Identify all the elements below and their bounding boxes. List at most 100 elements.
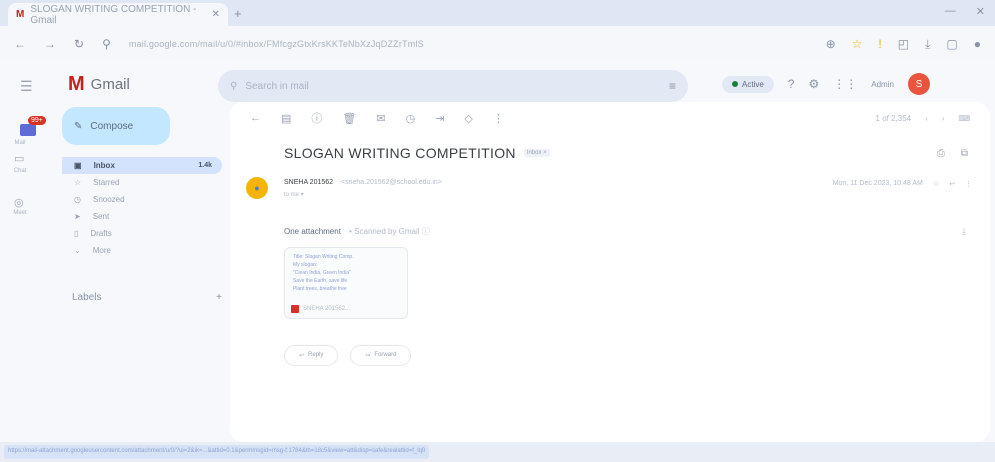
- message-more-icon[interactable]: ⋮: [965, 180, 972, 188]
- send-icon: ➤: [74, 212, 81, 221]
- mark-unread-icon[interactable]: ✉: [376, 112, 385, 125]
- left-rail: ☰ 99+ Mail ▭ Chat ◎ Meet: [0, 62, 56, 442]
- close-tab-icon[interactable]: ✕: [212, 9, 220, 20]
- search-icon[interactable]: ⚲: [230, 81, 237, 92]
- sidebar-item-snoozed[interactable]: ◷ Snoozed: [62, 191, 222, 208]
- back-icon[interactable]: ←: [14, 37, 26, 51]
- pagination: 1 of 2,354 ‹ › ⌨: [876, 114, 970, 123]
- open-new-window-icon[interactable]: ⧉: [961, 148, 968, 159]
- minimize-icon[interactable]: —: [945, 5, 956, 18]
- add-to-drive-icon[interactable]: ⤓: [962, 226, 966, 237]
- gmail-logo-text: Gmail: [90, 75, 130, 93]
- subject-text: SLOGAN WRITING COMPETITION: [284, 145, 516, 161]
- gmail-icon: M: [16, 9, 25, 20]
- message-toolbar: ← ▤ ⓘ 🗑 ✉ ◷ ⇥ ◇ ⋮ 1 of 2,354 ‹ › ⌨: [230, 102, 990, 134]
- zoom-icon[interactable]: ⊕: [826, 37, 836, 51]
- recipient-details[interactable]: to me ▾: [284, 191, 304, 198]
- rail-mail[interactable]: 99+: [14, 116, 46, 138]
- chat-icon[interactable]: ▭: [14, 152, 24, 165]
- extensions-puzzle-icon[interactable]: ◰: [898, 37, 909, 51]
- bookmark-star-icon[interactable]: ☆: [852, 37, 863, 51]
- new-tab-button[interactable]: +: [234, 6, 242, 21]
- sidebar-item-label: More: [92, 246, 111, 255]
- main-menu-icon[interactable]: ☰: [20, 78, 33, 95]
- search-input[interactable]: Search in mail: [245, 81, 308, 92]
- reload-icon[interactable]: ↻: [74, 37, 84, 51]
- forward-icon[interactable]: →: [44, 37, 56, 51]
- pdf-icon: [291, 305, 299, 313]
- attachment-filename-row: SNEHA 201562...: [291, 305, 350, 313]
- keyboard-icon[interactable]: ⌨: [958, 114, 970, 123]
- add-label-icon[interactable]: +: [216, 292, 222, 303]
- forward-label: Forward: [374, 352, 397, 358]
- sender-avatar[interactable]: ●: [246, 177, 268, 199]
- compose-label: Compose: [90, 120, 134, 132]
- archive-icon[interactable]: ▤: [281, 112, 291, 125]
- labels-section: Labels +: [72, 292, 222, 303]
- thumb-line: Plant trees, breathe free: [293, 286, 347, 292]
- rail-chat-label: Chat: [13, 168, 27, 174]
- draft-icon: ▯: [74, 229, 79, 238]
- site-info-icon[interactable]: ⚲: [102, 37, 111, 51]
- reply-button[interactable]: ↩ Reply: [284, 345, 339, 366]
- status-bar: https://mail-attachment.googleuserconten…: [0, 442, 995, 462]
- labels-heading: Labels: [72, 292, 102, 303]
- sidebar-item-starred[interactable]: ☆ Starred: [62, 174, 222, 191]
- reply-icon[interactable]: ↩: [949, 180, 955, 188]
- forward-button[interactable]: ↪ Forward: [350, 345, 412, 366]
- meet-icon[interactable]: ◎: [14, 196, 24, 209]
- search-options-icon[interactable]: ≡: [669, 79, 676, 93]
- help-icon[interactable]: ?: [788, 77, 795, 91]
- sidebar-item-drafts[interactable]: ▯ Drafts: [62, 225, 222, 242]
- account-label[interactable]: Admin: [871, 80, 894, 89]
- close-window-icon[interactable]: ✕: [976, 5, 985, 18]
- sidebar-item-label: Inbox: [93, 161, 115, 170]
- status-label: Active: [742, 79, 764, 89]
- thumb-line: My slogan:: [293, 262, 318, 268]
- browser-tab[interactable]: M SLOGAN WRITING COMPETITION - Gmail ✕: [8, 3, 228, 26]
- settings-gear-icon[interactable]: ⚙: [808, 77, 819, 91]
- star-message-icon[interactable]: ☆: [933, 180, 939, 188]
- apps-grid-icon[interactable]: ⋮⋮: [833, 77, 857, 91]
- delete-icon[interactable]: 🗑: [342, 112, 356, 125]
- extension-icon[interactable]: !: [878, 37, 881, 51]
- move-to-icon[interactable]: ⇥: [435, 112, 444, 125]
- reply-label: Reply: [308, 352, 324, 358]
- back-to-inbox-icon[interactable]: ←: [250, 112, 261, 124]
- sender-email: <sneha.201562@school.edu.in>: [341, 179, 442, 186]
- search-bar[interactable]: ⚲ Search in mail ≡: [218, 70, 688, 102]
- next-icon[interactable]: ›: [942, 114, 945, 123]
- reply-arrow-icon: ↩: [299, 353, 305, 359]
- sidepanel-icon[interactable]: ▢: [946, 37, 957, 51]
- attachment-thumbnail[interactable]: Title: Slogan Writing Comp. My slogan: "…: [284, 247, 408, 319]
- scan-note: • Scanned by Gmail ⓘ: [349, 227, 430, 236]
- avatar[interactable]: S: [907, 73, 930, 95]
- chevron-down-icon: ⌄: [74, 246, 81, 255]
- print-icon[interactable]: ⎙: [937, 148, 945, 159]
- sidebar-item-inbox[interactable]: ▣ Inbox 1.4k: [62, 157, 222, 174]
- more-options-icon[interactable]: ⋮: [493, 112, 504, 125]
- label-icon[interactable]: ◇: [464, 112, 472, 125]
- sidebar-item-sent[interactable]: ➤ Sent: [62, 208, 222, 225]
- clock-icon: ◷: [74, 195, 81, 204]
- tab-title: SLOGAN WRITING COMPETITION - Gmail: [30, 3, 197, 26]
- browser-tab-bar: M SLOGAN WRITING COMPETITION - Gmail ✕ +…: [0, 0, 995, 26]
- snooze-icon[interactable]: ◷: [406, 112, 416, 125]
- prev-icon[interactable]: ‹: [925, 114, 928, 123]
- status-dot-icon: [732, 81, 738, 87]
- gmail-app: ☰ 99+ Mail ▭ Chat ◎ Meet M Gmail ⚲ Searc…: [0, 62, 995, 442]
- status-button[interactable]: Active: [722, 75, 774, 93]
- message-meta: Mon, 11 Dec 2023, 10:48 AM ☆ ↩ ⋮: [833, 180, 972, 188]
- sidebar-item-more[interactable]: ⌄ More: [62, 242, 222, 259]
- download-icon[interactable]: ⤓: [925, 37, 930, 52]
- profile-icon[interactable]: ●: [974, 37, 981, 51]
- gmail-logo[interactable]: M Gmail: [68, 74, 130, 94]
- page-count: 1 of 2,354: [875, 113, 912, 123]
- rail-mail-label: Mail: [14, 140, 26, 146]
- inbox-label-chip[interactable]: Inbox ×: [523, 149, 550, 157]
- unread-badge: 99+: [28, 116, 46, 125]
- sender-name[interactable]: SNEHA 201562: [284, 179, 333, 186]
- compose-button[interactable]: ✎ Compose: [62, 107, 170, 145]
- url-field[interactable]: mail.google.com/mail/u/0/#inbox/FMfcgzGt…: [129, 39, 424, 49]
- report-spam-icon[interactable]: ⓘ: [311, 110, 322, 126]
